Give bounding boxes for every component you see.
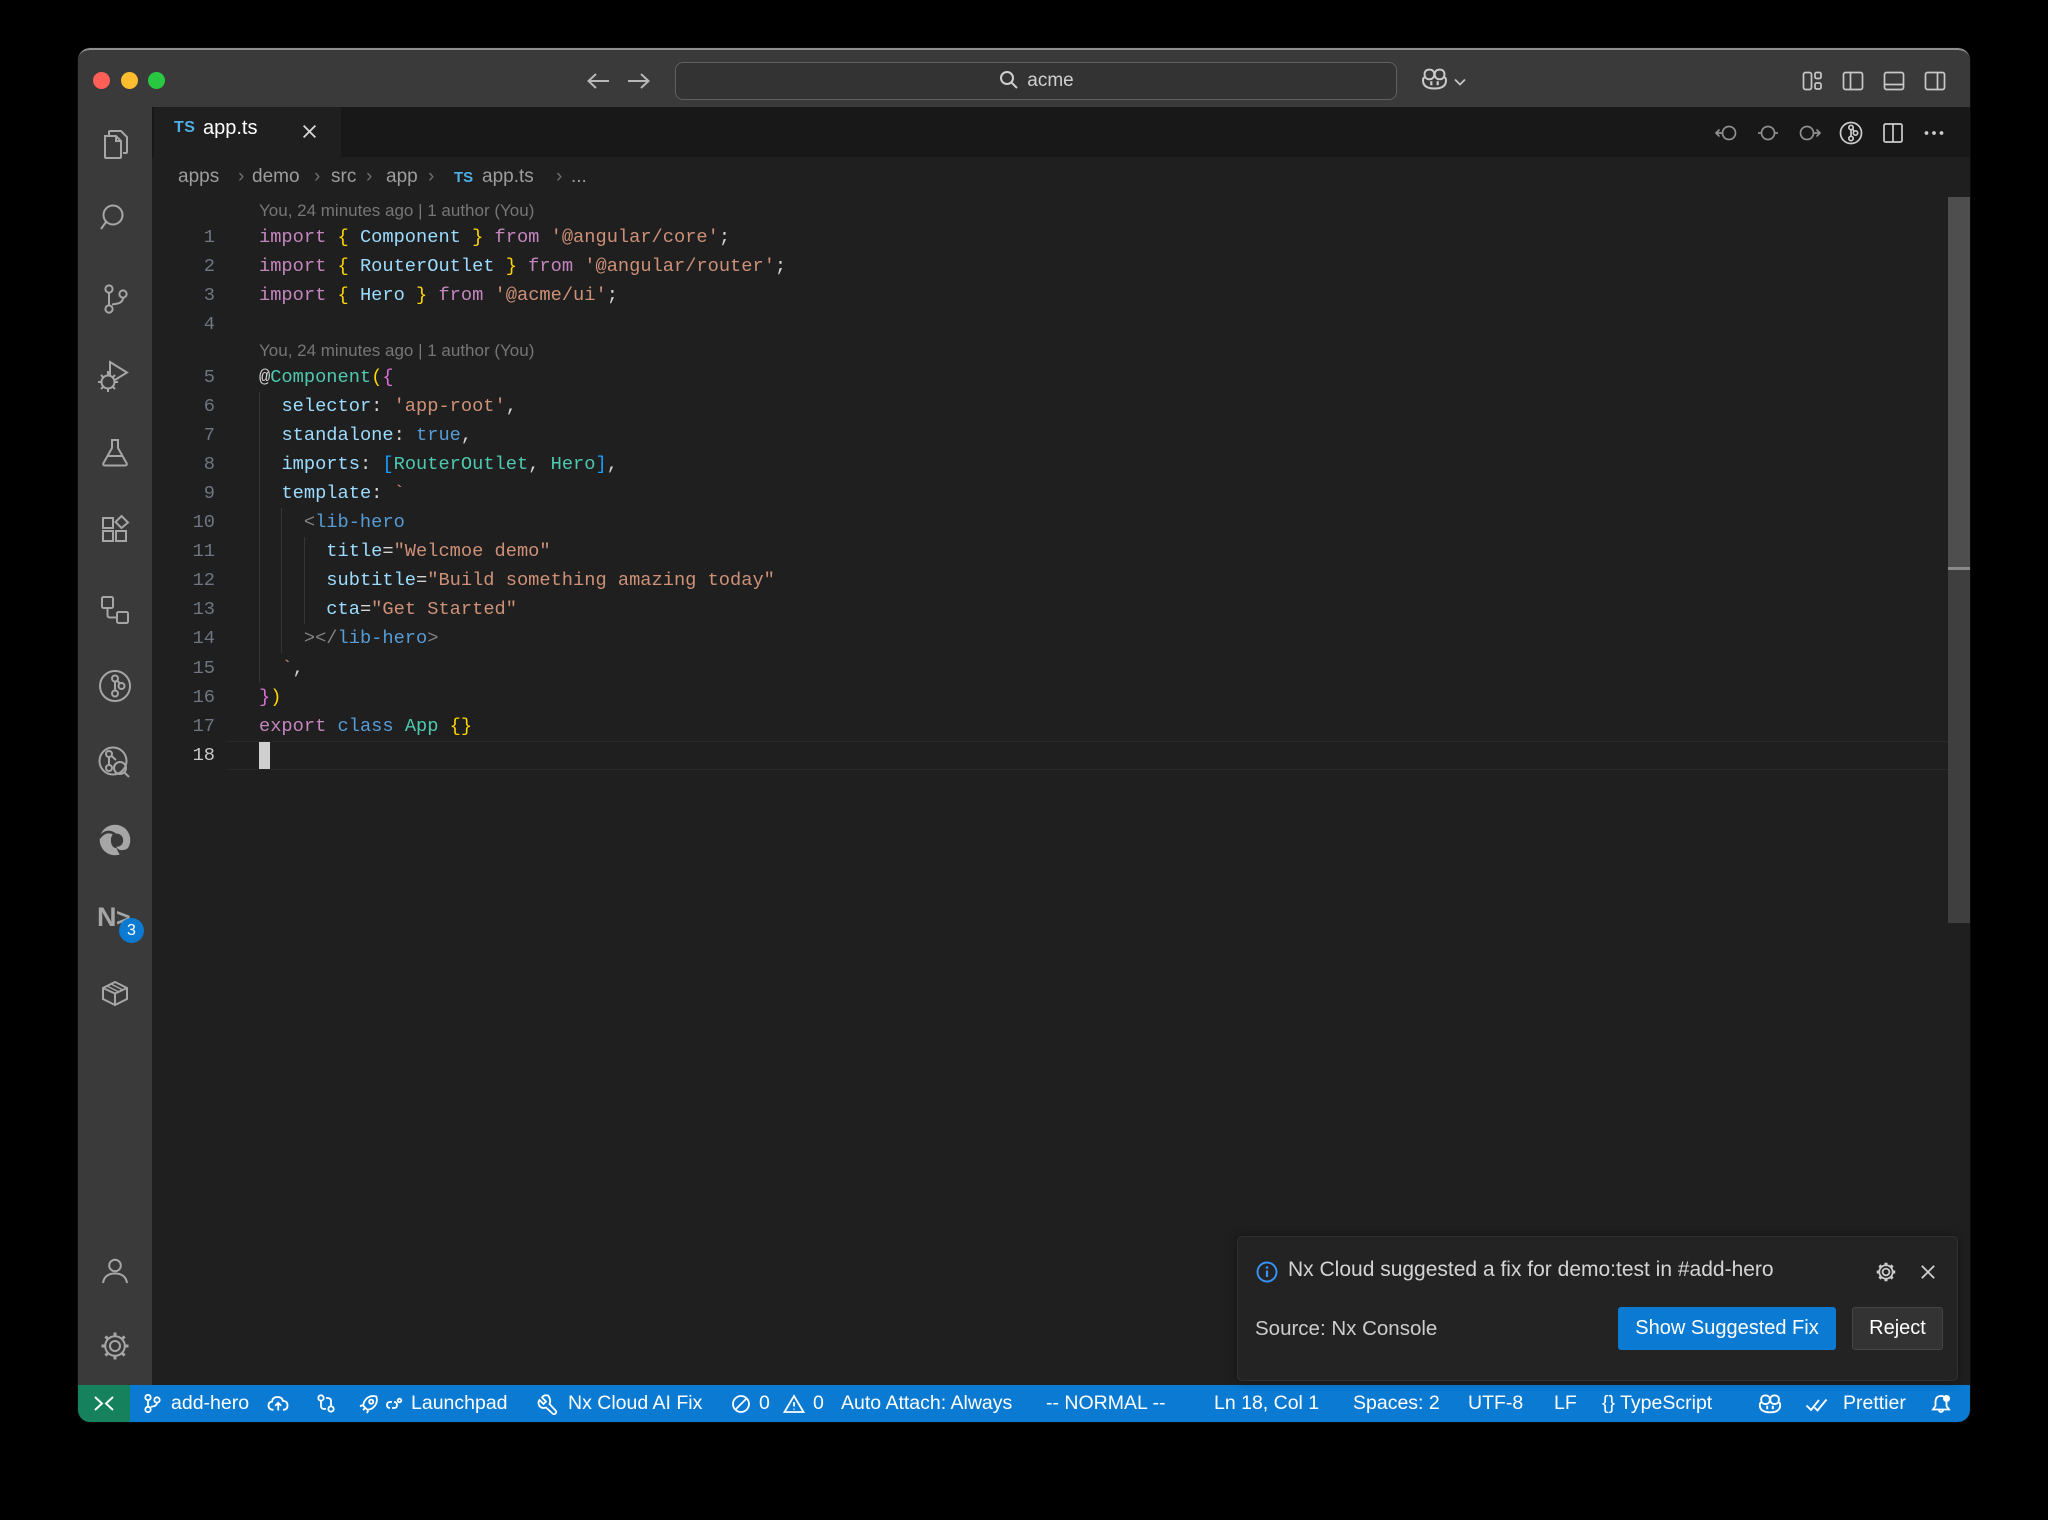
svg-text:N: N [97, 902, 117, 932]
